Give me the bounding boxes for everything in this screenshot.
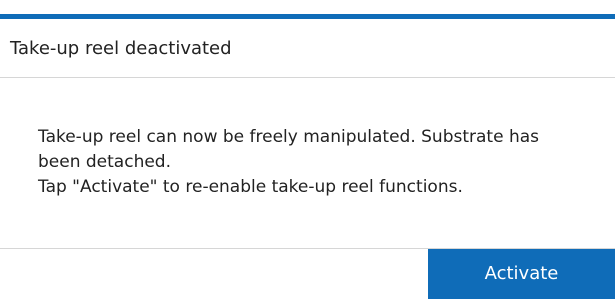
take-up-reel-dialog: Take-up reel deactivated Take-up reel ca… — [0, 0, 615, 299]
message-line-instruction: Tap "Activate" to re-enable take-up reel… — [38, 177, 463, 197]
activate-button[interactable]: Activate — [428, 249, 615, 299]
title-divider — [0, 77, 615, 78]
dialog-message: Take-up reel can now be freely manipulat… — [38, 125, 578, 200]
dialog-footer: Activate — [0, 249, 615, 299]
dialog-accent-bar — [0, 14, 615, 19]
message-line-detached: Take-up reel can now be freely manipulat… — [38, 127, 540, 172]
dialog-title: Take-up reel deactivated — [10, 38, 232, 59]
